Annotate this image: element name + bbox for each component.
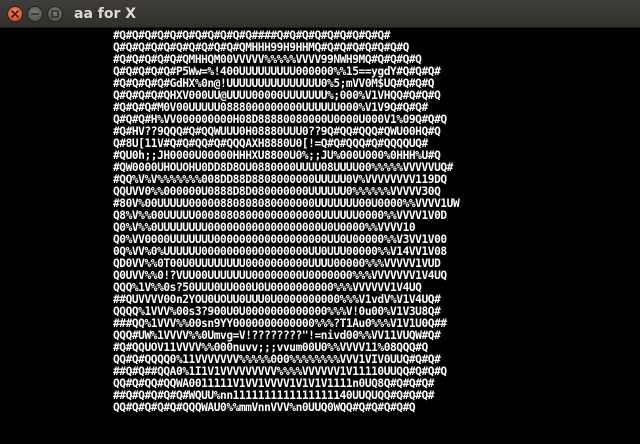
close-icon <box>11 10 19 18</box>
ascii-art: #Q#Q#Q#Q#Q#Q#Q#Q#Q#Q#Q####Q#Q#Q#Q#Q#Q#Q#… <box>113 30 460 414</box>
ascii-art-canvas: #Q#Q#Q#Q#Q#Q#Q#Q#Q#Q#Q####Q#Q#Q#Q#Q#Q#Q#… <box>0 28 640 444</box>
minimize-button[interactable] <box>27 6 43 22</box>
maximize-button[interactable] <box>47 6 63 22</box>
maximize-icon <box>51 10 59 18</box>
title-bar[interactable]: aa for X <box>0 0 640 28</box>
ascii-art-line: QQ#Q#Q#Q#Q#QQQWAU0%%mmVnnVVV%n0UUQ0WQQ#Q… <box>113 401 416 414</box>
close-button[interactable] <box>7 6 23 22</box>
window-title: aa for X <box>74 6 137 22</box>
minimize-icon <box>31 10 39 18</box>
app-window: aa for X #Q#Q#Q#Q#Q#Q#Q#Q#Q#Q#Q####Q#Q#Q… <box>0 0 640 444</box>
